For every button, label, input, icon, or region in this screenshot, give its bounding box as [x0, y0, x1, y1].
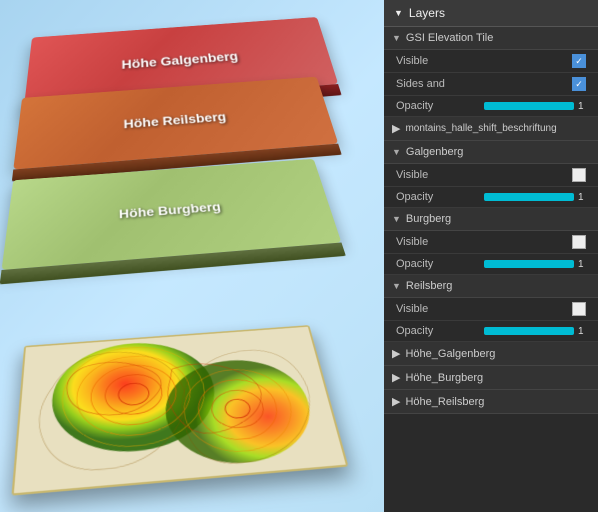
reilsberg-arrow-icon: ▼ [392, 281, 401, 291]
galgenberg-opacity-value: 1 [578, 192, 586, 203]
hohe-burgberg-arrow-icon: ▶ [392, 371, 400, 384]
layers-title: Layers [409, 6, 445, 20]
burgberg-opacity-slider-container: 1 [484, 259, 586, 270]
gsi-visible-label: Visible [396, 55, 566, 67]
galgenberg-opacity-row: Opacity 1 [384, 187, 598, 208]
galgenberg-content: Visible Opacity 1 [384, 164, 598, 208]
montains-label: montains_halle_shift_beschriftung [405, 123, 556, 134]
hohe-galgenberg-arrow-icon: ▶ [392, 347, 400, 360]
galgenberg-visible-checkbox[interactable] [572, 168, 586, 182]
hohe-galgenberg-label: Höhe_Galgenberg [405, 348, 495, 360]
burgberg-label: Burgberg [406, 213, 451, 225]
burgberg-visible-label: Visible [396, 236, 566, 248]
reilsberg-visible-row: Visible [384, 298, 598, 321]
terrain-layer [20, 322, 330, 482]
reilsberg-visible-checkbox[interactable] [572, 302, 586, 316]
galgenberg-opacity-slider-container: 1 [484, 192, 586, 203]
reilsberg-opacity-slider-container: 1 [484, 326, 586, 337]
gsi-sides-checkbox[interactable] [572, 77, 586, 91]
section-header-galgenberg[interactable]: ▼ Galgenberg [384, 141, 598, 164]
gsi-opacity-slider[interactable] [484, 102, 574, 110]
section-header-hohe-galgenberg[interactable]: ▶ Höhe_Galgenberg [384, 342, 598, 366]
gsi-visible-row: Visible [384, 50, 598, 73]
reilsberg-content: Visible Opacity 1 [384, 298, 598, 342]
section-header-gsi[interactable]: ▼ GSI Elevation Tile [384, 27, 598, 50]
section-header-hohe-reilsberg[interactable]: ▶ Höhe_Reilsberg [384, 390, 598, 414]
burgberg-visible-row: Visible [384, 231, 598, 254]
layers-panel-header: ▼ Layers [384, 0, 598, 27]
burgberg-opacity-row: Opacity 1 [384, 254, 598, 275]
reilsberg-opacity-slider[interactable] [484, 327, 574, 335]
burgberg-visible-checkbox[interactable] [572, 235, 586, 249]
red-layer-label: Höhe Galgenberg [121, 49, 239, 72]
section-header-hohe-burgberg[interactable]: ▶ Höhe_Burgberg [384, 366, 598, 390]
burgberg-arrow-icon: ▼ [392, 214, 401, 224]
reilsberg-visible-label: Visible [396, 303, 566, 315]
section-header-reilsberg[interactable]: ▼ Reilsberg [384, 275, 598, 298]
hohe-reilsberg-label: Höhe_Reilsberg [405, 396, 484, 408]
gsi-opacity-slider-container: 1 [484, 101, 586, 112]
burgberg-opacity-slider[interactable] [484, 260, 574, 268]
reilsberg-opacity-label: Opacity [396, 325, 478, 337]
section-header-burgberg[interactable]: ▼ Burgberg [384, 208, 598, 231]
reilsberg-label: Reilsberg [406, 280, 452, 292]
gsi-opacity-value: 1 [578, 101, 586, 112]
burgberg-opacity-value: 1 [578, 259, 586, 270]
gsi-opacity-label: Opacity [396, 100, 478, 112]
galgenberg-arrow-icon: ▼ [392, 147, 401, 157]
gsi-opacity-row: Opacity 1 [384, 96, 598, 117]
hohe-reilsberg-arrow-icon: ▶ [392, 395, 400, 408]
galgenberg-visible-label: Visible [396, 169, 566, 181]
gsi-sides-row: Sides and [384, 73, 598, 96]
gsi-arrow-icon: ▼ [392, 33, 401, 43]
green-layer-label: Höhe Burgberg [119, 199, 222, 220]
burgberg-content: Visible Opacity 1 [384, 231, 598, 275]
gsi-content: Visible Sides and Opacity 1 [384, 50, 598, 117]
gsi-visible-checkbox[interactable] [572, 54, 586, 68]
section-header-montains[interactable]: ▶ montains_halle_shift_beschriftung [384, 117, 598, 141]
gsi-label: GSI Elevation Tile [406, 32, 493, 44]
reilsberg-opacity-value: 1 [578, 326, 586, 337]
galgenberg-opacity-label: Opacity [396, 191, 478, 203]
reilsberg-opacity-row: Opacity 1 [384, 321, 598, 342]
map-panel: Höhe Galgenberg Höhe Reilsberg Höhe Burg… [0, 0, 384, 512]
galgenberg-opacity-slider[interactable] [484, 193, 574, 201]
montains-arrow-icon: ▶ [392, 122, 400, 135]
layers-panel: ▼ Layers ▼ GSI Elevation Tile Visible Si… [384, 0, 598, 512]
galgenberg-visible-row: Visible [384, 164, 598, 187]
layers-arrow-icon: ▼ [394, 8, 403, 18]
burgberg-opacity-label: Opacity [396, 258, 478, 270]
orange-layer-label: Höhe Reilsberg [123, 109, 227, 131]
gsi-sides-label: Sides and [396, 78, 566, 90]
hohe-burgberg-label: Höhe_Burgberg [405, 372, 483, 384]
galgenberg-label: Galgenberg [406, 146, 464, 158]
